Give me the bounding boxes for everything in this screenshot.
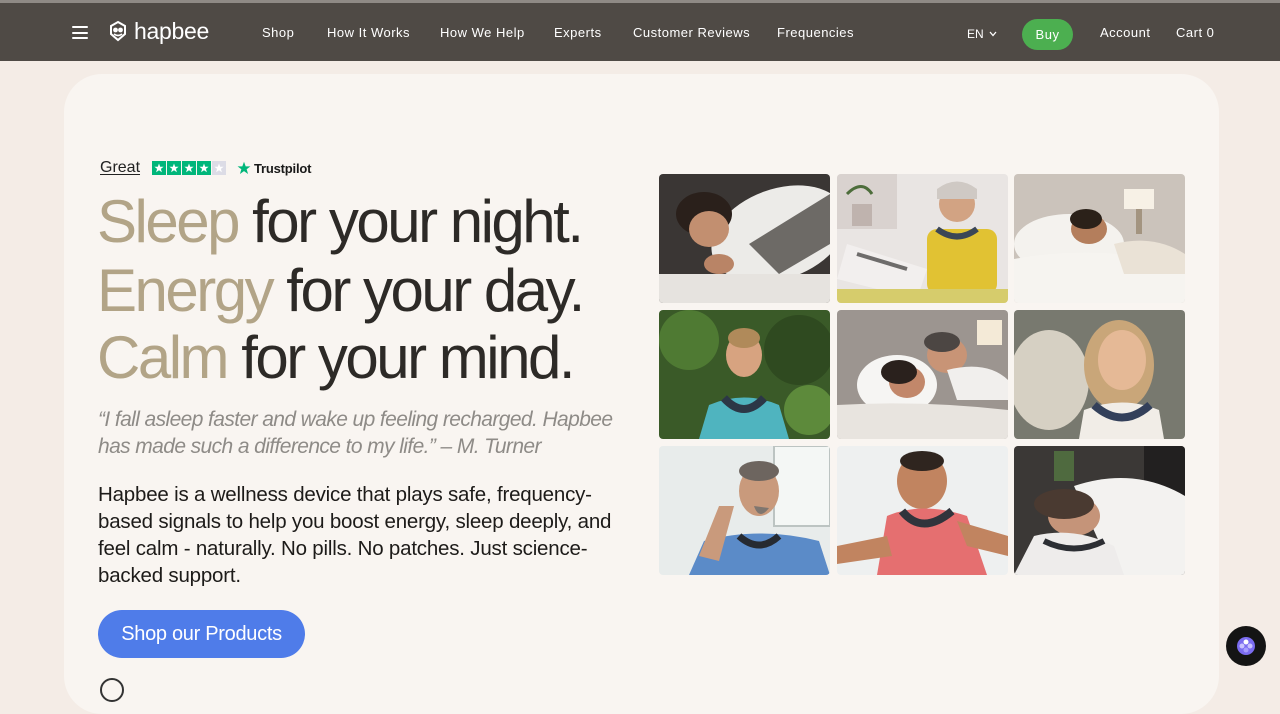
headline-rest: for your day. [286, 257, 585, 324]
photo-woman-resting-bed [1014, 446, 1185, 575]
photo-man-sleeping-bed [1014, 174, 1185, 303]
shop-products-button[interactable]: Shop our Products [98, 610, 305, 658]
bee-logo-icon [110, 20, 126, 42]
star-icon [182, 161, 197, 175]
trustpilot-rating-word: Great [100, 159, 141, 176]
photo-man-smiling-workout [836, 446, 1008, 575]
nav-link-shop[interactable]: Shop [262, 25, 294, 41]
headline-line-energy: Energy for your day. [97, 261, 585, 321]
testimonial-quote: “I fall asleep faster and wake up feelin… [98, 408, 613, 458]
headline-accent-word: Energy [97, 257, 275, 324]
photo-couple-sleeping [836, 310, 1008, 439]
hapbee-logo[interactable]: hapbee [106, 19, 209, 43]
headline-rest: for your night. [252, 188, 584, 255]
trustpilot-brand: Trustpilot [254, 160, 312, 176]
photo-woman-reading-magazine [836, 174, 1008, 303]
chat-assistant-icon [1237, 637, 1255, 655]
nav-link-experts[interactable]: Experts [554, 25, 602, 41]
trustpilot-stars [152, 161, 227, 175]
nav-link-frequencies[interactable]: Frequencies [777, 25, 854, 41]
headline-rest: for your mind. [241, 324, 575, 391]
headline-accent-word: Sleep [97, 188, 240, 255]
star-icon [167, 161, 182, 175]
photo-woman-meditating-outdoors [659, 310, 830, 439]
photo-man-thinking-neckband [659, 446, 830, 575]
trustpilot-logo: Trustpilot [237, 161, 311, 176]
chat-assistant-button[interactable] [1226, 626, 1266, 666]
trustpilot-rating[interactable]: Great Trustpilot [100, 158, 311, 178]
product-description: Hapbee is a wellness device that plays s… [98, 483, 612, 587]
trustpilot-star-icon [237, 161, 251, 175]
headline-line-calm: Calm for your mind. [97, 328, 575, 388]
star-icon [197, 161, 212, 175]
lifestyle-photo-grid [659, 174, 1185, 575]
hamburger-icon[interactable] [72, 26, 88, 39]
partial-icon [100, 678, 124, 702]
logo-text: hapbee [134, 18, 209, 44]
nav-link-customer-reviews[interactable]: Customer Reviews [633, 25, 750, 41]
star-icon [152, 161, 167, 175]
cart-link[interactable]: Cart 0 [1176, 25, 1214, 41]
star-empty-icon [212, 161, 227, 175]
photo-woman-smiling-neckband [1014, 310, 1185, 439]
chevron-down-icon [989, 31, 997, 37]
language-selector[interactable]: EN [967, 26, 997, 42]
account-link[interactable]: Account [1100, 25, 1150, 41]
nav-link-how-it-works[interactable]: How It Works [327, 25, 410, 41]
headline-line-sleep: Sleep for your night. [97, 192, 584, 252]
headline-accent-word: Calm [97, 324, 230, 391]
photo-woman-sleeping-pillow [659, 174, 830, 303]
nav-link-how-we-help[interactable]: How We Help [440, 25, 525, 41]
top-navigation-bar: hapbee Shop How It Works How We Help Exp… [0, 0, 1280, 61]
buy-button[interactable]: Buy [1022, 19, 1073, 50]
language-label: EN [967, 27, 984, 41]
